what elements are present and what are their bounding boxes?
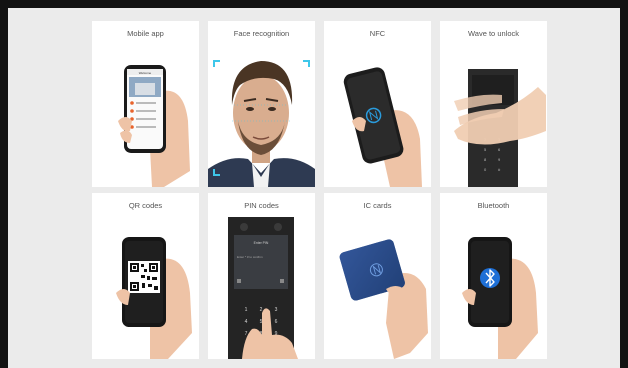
feature-card-bluetooth[interactable]: Bluetooth — [440, 193, 547, 359]
nfc-illustration — [343, 67, 422, 187]
wave-to-unlock-illustration: 23 56 89 0# — [454, 69, 546, 187]
keypad-key: 7 — [245, 331, 248, 337]
feature-card-wave-to-unlock[interactable]: Wave to unlock 23 56 89 0# — [440, 21, 547, 187]
feature-card-mobile-app[interactable]: Mobile app Welcome — [92, 21, 199, 187]
bluetooth-illustration — [462, 237, 538, 359]
svg-text:Welcome: Welcome — [139, 71, 152, 75]
mobile-app-illustration: Welcome — [118, 65, 190, 187]
qr-codes-illustration — [116, 237, 192, 359]
feature-card-qr-codes[interactable]: QR codes — [92, 193, 199, 359]
right-frame-bar — [620, 0, 628, 368]
feature-card-ic-cards[interactable]: IC cards — [324, 193, 431, 359]
feature-card-pin-codes[interactable]: PIN codes Enter PIN Enter * # to confirm… — [208, 193, 315, 359]
svg-text:Enter * # to confirm: Enter * # to confirm — [237, 255, 263, 259]
keypad-key: 1 — [245, 307, 248, 313]
face-recognition-illustration — [208, 21, 315, 187]
feature-card-nfc[interactable]: NFC — [324, 21, 431, 187]
left-frame-bar — [0, 0, 8, 368]
pin-codes-illustration: Enter PIN Enter * # to confirm 123456789… — [228, 217, 298, 359]
keypad-key: 4 — [245, 319, 248, 325]
keypad-key: 2 — [260, 307, 263, 313]
feature-title: Face recognition — [233, 29, 290, 38]
feature-card-face-recognition[interactable]: Face recognition — [208, 21, 315, 187]
ic-cards-illustration — [339, 239, 428, 359]
svg-text:Enter PIN: Enter PIN — [254, 241, 269, 245]
keypad-key: 3 — [275, 307, 278, 313]
top-frame-bar — [0, 0, 628, 8]
keypad-key: 6 — [275, 319, 278, 325]
